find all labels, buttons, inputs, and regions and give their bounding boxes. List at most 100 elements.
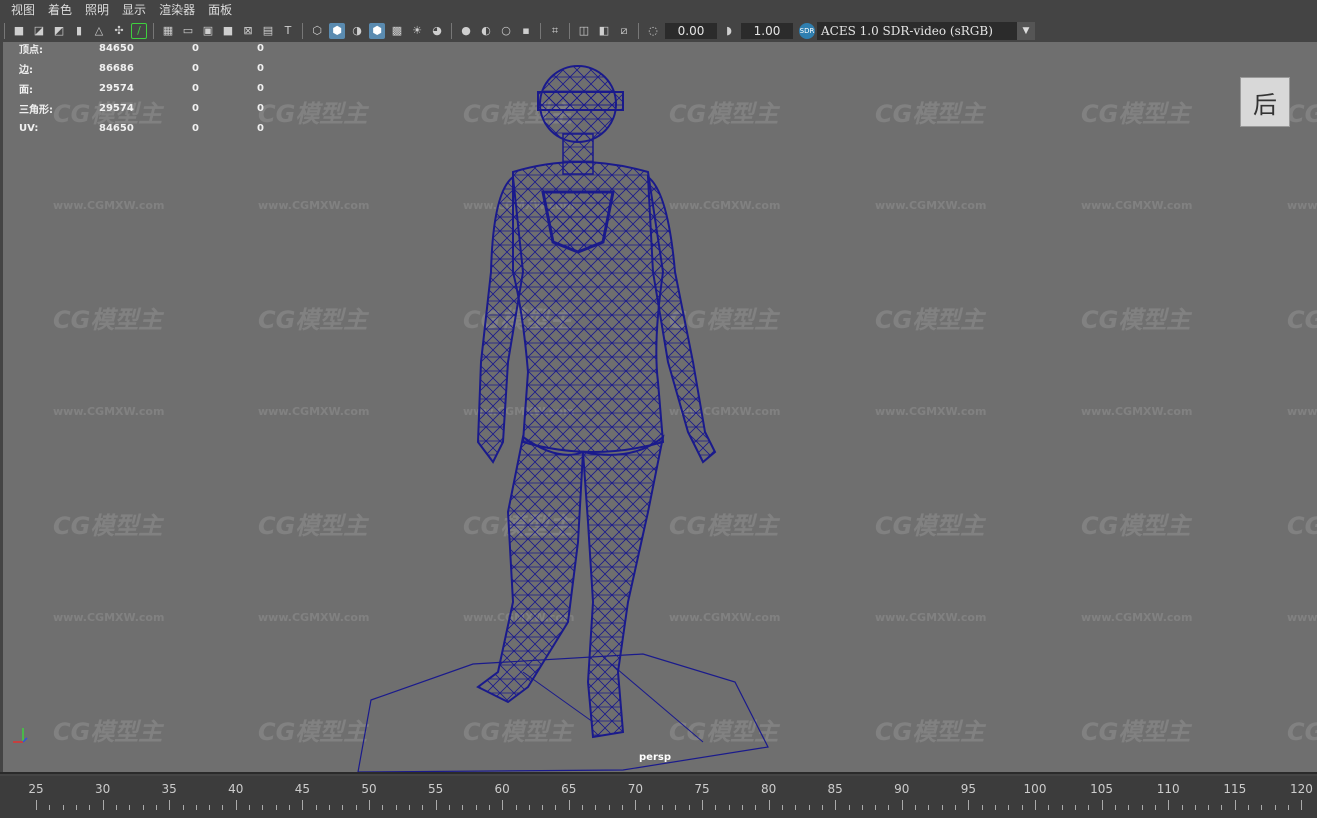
frame-tick (1234, 800, 1236, 810)
grease-pencil-icon[interactable]: / (131, 22, 147, 39)
xray-icon[interactable]: ◫ (576, 23, 592, 39)
depth-of-field-icon[interactable]: ▪ (518, 23, 534, 39)
textured-icon[interactable]: ▩ (389, 23, 405, 39)
hud-value: 0 (192, 62, 199, 74)
frame-tick (568, 800, 570, 810)
field-chart-icon[interactable]: ⊠ (240, 23, 256, 39)
frame-label: 75 (694, 782, 710, 796)
frame-tick (808, 805, 810, 810)
hud-label: 三角形: (19, 104, 53, 116)
frame-tick (129, 805, 131, 810)
image-plane-icon[interactable]: △ (91, 23, 107, 39)
hud-label: 边: (19, 64, 33, 76)
exposure-field[interactable]: 0.00 (665, 22, 717, 39)
exposure-icon[interactable]: ◌ (645, 23, 661, 39)
menu-show[interactable]: 显示 (116, 1, 153, 18)
film-gate-icon[interactable]: ▭ (180, 23, 196, 39)
wireframe-icon[interactable]: ⬡ (309, 23, 325, 39)
grid-icon[interactable]: ▦ (160, 23, 176, 39)
camera-name-label: persp (639, 752, 671, 763)
shadows-icon[interactable]: ◕ (429, 23, 445, 39)
pan-zoom-icon[interactable]: ✣ (111, 23, 127, 39)
frame-tick (115, 805, 117, 810)
menu-renderer[interactable]: 渲染器 (153, 1, 202, 18)
hud-value: 29574 (99, 82, 134, 94)
menu-lighting[interactable]: 照明 (79, 1, 116, 18)
hud-label: 面: (19, 84, 33, 96)
camera-select-icon[interactable]: ■ (11, 23, 27, 39)
screen-space-ao-icon[interactable]: ● (458, 23, 474, 39)
frame-tick (901, 800, 903, 810)
isolate-select-icon[interactable]: ⌗ (547, 23, 563, 39)
frame-tick (715, 805, 717, 810)
frame-tick (1101, 800, 1103, 810)
gamma-icon[interactable]: ◗ (721, 23, 737, 39)
frame-tick (75, 805, 77, 810)
frame-tick (395, 805, 397, 810)
view-transform-dropdown[interactable]: ACES 1.0 SDR-video (sRGB) ▼ (817, 21, 1035, 40)
gate-mask-icon[interactable]: ■ (220, 23, 236, 39)
frame-label: 65 (561, 782, 577, 796)
left-arm (476, 175, 525, 464)
frame-tick (688, 805, 690, 810)
frame-tick (262, 805, 264, 810)
frame-label: 50 (361, 782, 377, 796)
frame-tick (635, 800, 637, 810)
frame-tick (662, 805, 664, 810)
hud-value: 0 (192, 122, 199, 134)
safe-title-icon[interactable]: T (280, 23, 296, 39)
wireframe-on-shaded-icon[interactable]: ⬢ (369, 22, 385, 39)
menu-panels[interactable]: 面板 (202, 1, 239, 18)
camera-attributes-icon[interactable]: ◪ (31, 23, 47, 39)
hud-value: 0 (257, 62, 264, 74)
safe-action-icon[interactable]: ▤ (260, 23, 276, 39)
smooth-shade-icon[interactable]: ⬢ (329, 22, 345, 39)
persp-viewport[interactable]: CG模型主CG模型主CG模型主CG模型主CG模型主CG模型主CG模型主CG模型主… (3, 42, 1317, 772)
frame-tick (182, 805, 184, 810)
menu-shading[interactable]: 着色 (42, 1, 79, 18)
color-management-icon[interactable]: SDR (799, 22, 815, 39)
frame-tick (475, 805, 477, 810)
viewcube-back[interactable]: 后 (1240, 77, 1290, 127)
use-all-lights-icon[interactable]: ☀ (409, 23, 425, 39)
frame-tick (462, 805, 464, 810)
hud-value: 84650 (99, 122, 134, 134)
frame-tick (582, 805, 584, 810)
frame-tick (142, 805, 144, 810)
frame-tick (875, 805, 877, 810)
toolbar-separator (540, 22, 541, 39)
frame-tick (1021, 805, 1023, 810)
resolution-gate-icon[interactable]: ▣ (200, 23, 216, 39)
gamma-field[interactable]: 1.00 (741, 22, 793, 39)
frame-tick (315, 805, 317, 810)
frame-tick (821, 805, 823, 810)
menu-view[interactable]: 视图 (0, 1, 42, 18)
frame-tick (675, 805, 677, 810)
xray-components-icon[interactable]: ⧄ (616, 23, 632, 39)
xray-joints-icon[interactable]: ◧ (596, 23, 612, 39)
frame-label: 40 (228, 782, 244, 796)
frame-tick (861, 805, 863, 810)
right-leg (581, 434, 665, 739)
chevron-down-icon[interactable]: ▼ (1017, 21, 1035, 40)
bookmark-icon[interactable]: ◩ (51, 23, 67, 39)
frame-tick (209, 805, 211, 810)
frame-tick (488, 805, 490, 810)
bookmark-flag-icon[interactable]: ▮ (71, 23, 87, 39)
frame-tick (435, 800, 437, 810)
frame-tick (422, 805, 424, 810)
frame-label: 30 (94, 782, 111, 796)
frame-tick (795, 805, 797, 810)
frame-tick (1008, 805, 1010, 810)
frame-tick (448, 805, 450, 810)
frame-tick (369, 800, 370, 810)
default-material-icon[interactable]: ◑ (349, 23, 365, 39)
toolbar-separator (153, 22, 154, 39)
frame-tick (1248, 805, 1250, 810)
time-slider[interactable]: 25 30 35 40 45 50 55 60 65 70 75 80 85 90 95 100 105 110 1… (0, 772, 1317, 818)
time-slider-track[interactable]: 25 30 35 40 45 50 55 60 65 70 75 80 85 90 95 100 105 110 1… (0, 776, 1317, 818)
motion-blur-icon[interactable]: ◐ (478, 23, 494, 39)
frame-label: 80 (760, 782, 777, 796)
antialiasing-icon[interactable]: ○ (498, 23, 514, 39)
frame-tick (89, 805, 91, 810)
